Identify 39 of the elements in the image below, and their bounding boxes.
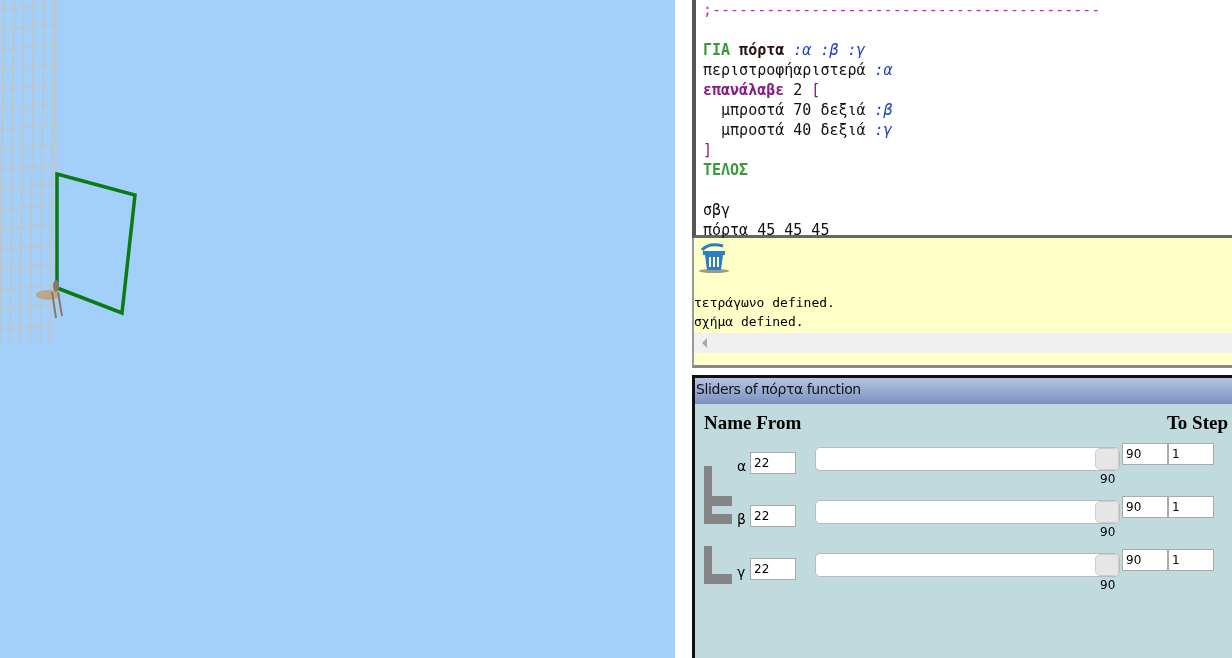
- code-line: ΓΙΑ πόρτα :α :β :γ: [703, 40, 866, 60]
- code-line: μπροστά 40 δεξιά :γ: [720, 120, 893, 140]
- horizontal-scrollbar[interactable]: [694, 333, 1232, 353]
- window-title: Sliders of πόρτα function: [695, 378, 1232, 404]
- parameter-name: α: [737, 458, 748, 474]
- slider-value: 90: [1100, 525, 1116, 539]
- slider[interactable]: [815, 447, 1120, 471]
- slider-thumb[interactable]: [1095, 554, 1119, 576]
- parameter-name: γ: [737, 564, 747, 580]
- step-field[interactable]: 1: [1168, 496, 1214, 518]
- trash-icon[interactable]: [697, 240, 731, 274]
- to-field[interactable]: 90: [1122, 443, 1168, 465]
- step-field[interactable]: 1: [1168, 443, 1214, 465]
- to-field[interactable]: 90: [1122, 549, 1168, 571]
- column-header: Name From: [704, 412, 802, 434]
- code-line: περιστροφήαριστερά :α: [703, 60, 893, 80]
- step-field[interactable]: 1: [1168, 549, 1214, 571]
- output-line: τετράγωνο defined.: [694, 294, 835, 312]
- code-line: ;-------------------------------------------: [703, 0, 1101, 20]
- code-line: μπροστά 70 δεξιά :β: [720, 100, 893, 120]
- from-field[interactable]: 22: [750, 505, 796, 527]
- column-header: To Step: [1166, 412, 1228, 434]
- scroll-left-icon[interactable]: [702, 338, 707, 348]
- output-line: σχήμα defined.: [694, 313, 804, 331]
- code-line: ΤΕΛΟΣ: [703, 160, 749, 180]
- from-field[interactable]: 22: [750, 558, 796, 580]
- to-field[interactable]: 90: [1122, 496, 1168, 518]
- code-line: σβγ: [703, 200, 731, 220]
- slider-thumb[interactable]: [1095, 501, 1119, 523]
- slider-value: 90: [1100, 578, 1116, 592]
- slider[interactable]: [815, 500, 1120, 524]
- parameter-name: β: [737, 511, 747, 527]
- code-line: πόρτα 45 45 45: [703, 220, 830, 240]
- from-field[interactable]: 22: [750, 452, 796, 474]
- slider[interactable]: [815, 553, 1120, 577]
- slider-thumb[interactable]: [1095, 448, 1119, 470]
- code-line: επανάλαβε 2 [: [703, 80, 821, 100]
- code-line: ]: [703, 140, 713, 160]
- slider-value: 90: [1100, 472, 1116, 486]
